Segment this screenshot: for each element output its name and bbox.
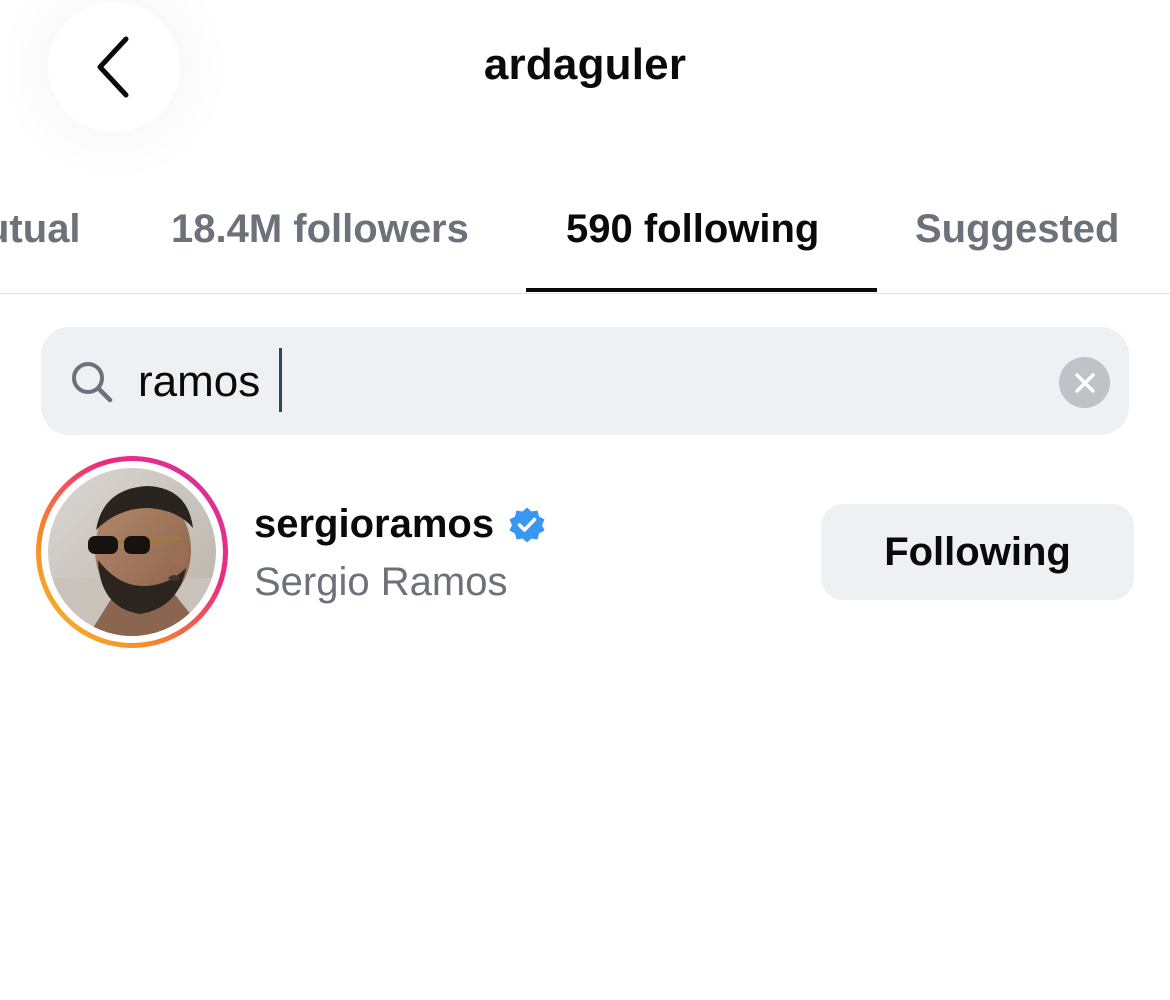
tab-suggested[interactable]: Suggested (915, 207, 1119, 252)
search-icon (72, 362, 113, 403)
verified-badge-icon (509, 507, 545, 542)
following-button[interactable]: Following (821, 504, 1134, 600)
search-input[interactable] (138, 354, 1018, 410)
username[interactable]: sergioramos (254, 502, 494, 547)
profile-photo (48, 468, 216, 636)
story-ring[interactable] (36, 456, 228, 648)
full-name: Sergio Ramos (254, 560, 508, 604)
top-bar: ardaguler (0, 0, 1170, 150)
tab-followers[interactable]: 18.4M followers (171, 207, 469, 252)
text-caret (279, 348, 282, 412)
clear-icon (1074, 372, 1095, 393)
page-title: ardaguler (483, 40, 687, 89)
tab-bar: utual 18.4M followers 590 following Sugg… (0, 185, 1170, 294)
clear-search-button[interactable] (1059, 357, 1110, 408)
list-item[interactable]: sergioramos Sergio Ramos Following (0, 450, 1170, 660)
tab-mutual[interactable]: utual (0, 207, 81, 252)
avatar (48, 468, 216, 636)
username-line: sergioramos (254, 502, 548, 547)
active-tab-indicator (526, 288, 877, 292)
tab-following[interactable]: 590 following (566, 207, 819, 252)
